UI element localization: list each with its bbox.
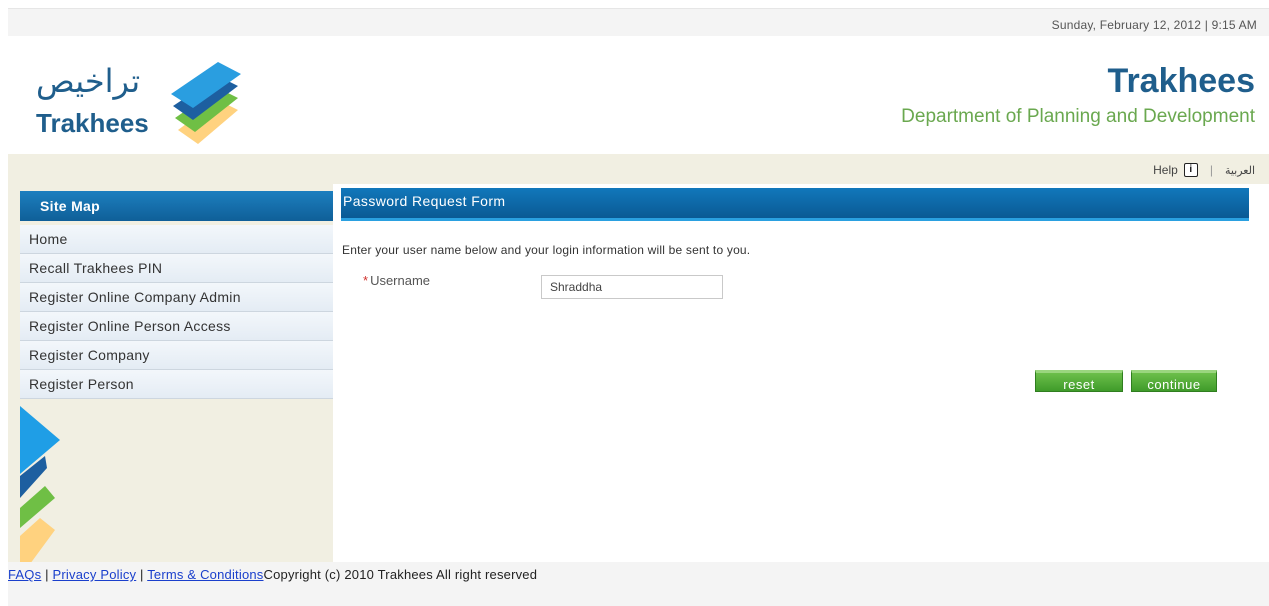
separator: |	[1209, 163, 1213, 177]
terms-link[interactable]: Terms & Conditions	[147, 567, 263, 582]
decorative-arrows-icon	[20, 406, 60, 564]
copyright-text: Copyright (c) 2010 Trakhees All right re…	[263, 567, 538, 582]
username-label: * Username	[363, 273, 430, 288]
brand-title: Trakhees	[1107, 62, 1255, 100]
footer-separator: |	[41, 567, 53, 582]
sidebar-item-register-company-admin[interactable]: Register Online Company Admin	[20, 283, 333, 312]
logo-english-text: Trakhees	[36, 108, 149, 138]
sidebar-item-register-person[interactable]: Register Person	[20, 370, 333, 399]
username-input[interactable]	[541, 275, 723, 299]
arabic-language-link[interactable]: العربية	[1225, 164, 1255, 177]
help-link[interactable]: Help	[1153, 163, 1178, 177]
logo-mark-icon	[171, 62, 241, 144]
utility-bar: Help i | العربية	[8, 154, 1269, 184]
trakhees-logo[interactable]: تراخيص Trakhees	[28, 52, 278, 152]
continue-button[interactable]: continue	[1131, 370, 1217, 392]
footer-separator: |	[136, 567, 148, 582]
logo-arabic-text: تراخيص	[36, 62, 141, 100]
required-mark: *	[363, 273, 369, 288]
sidebar-item-recall-pin[interactable]: Recall Trakhees PIN	[20, 254, 333, 283]
utility-links: Help i | العربية	[1153, 163, 1255, 177]
brand-subtitle: Department of Planning and Development	[901, 106, 1255, 127]
form-title: Password Request Form	[341, 188, 1249, 221]
top-bar: Sunday, February 12, 2012 | 9:15 AM	[8, 8, 1269, 37]
sidebar: Site Map Home Recall Trakhees PIN Regist…	[8, 184, 333, 564]
footer-links: FAQs | Privacy Policy | Terms & Conditio…	[8, 567, 537, 582]
footer: FAQs | Privacy Policy | Terms & Conditio…	[8, 562, 1269, 606]
site-map-title: Site Map	[20, 191, 333, 221]
site-map-list: Home Recall Trakhees PIN Register Online…	[20, 225, 333, 399]
header: تراخيص Trakhees Trakhees Department of P…	[8, 36, 1269, 154]
info-icon[interactable]: i	[1183, 163, 1198, 177]
faqs-link[interactable]: FAQs	[8, 567, 41, 582]
sidebar-item-register-company[interactable]: Register Company	[20, 341, 333, 370]
main-content: Password Request Form Enter your user na…	[333, 184, 1269, 562]
reset-button[interactable]: reset	[1035, 370, 1123, 392]
sidebar-item-register-person-access[interactable]: Register Online Person Access	[20, 312, 333, 341]
sidebar-item-home[interactable]: Home	[20, 225, 333, 254]
privacy-policy-link[interactable]: Privacy Policy	[53, 567, 137, 582]
date-time: Sunday, February 12, 2012 | 9:15 AM	[1051, 18, 1257, 32]
form-intro-text: Enter your user name below and your logi…	[342, 243, 751, 257]
username-label-text: Username	[370, 273, 431, 288]
